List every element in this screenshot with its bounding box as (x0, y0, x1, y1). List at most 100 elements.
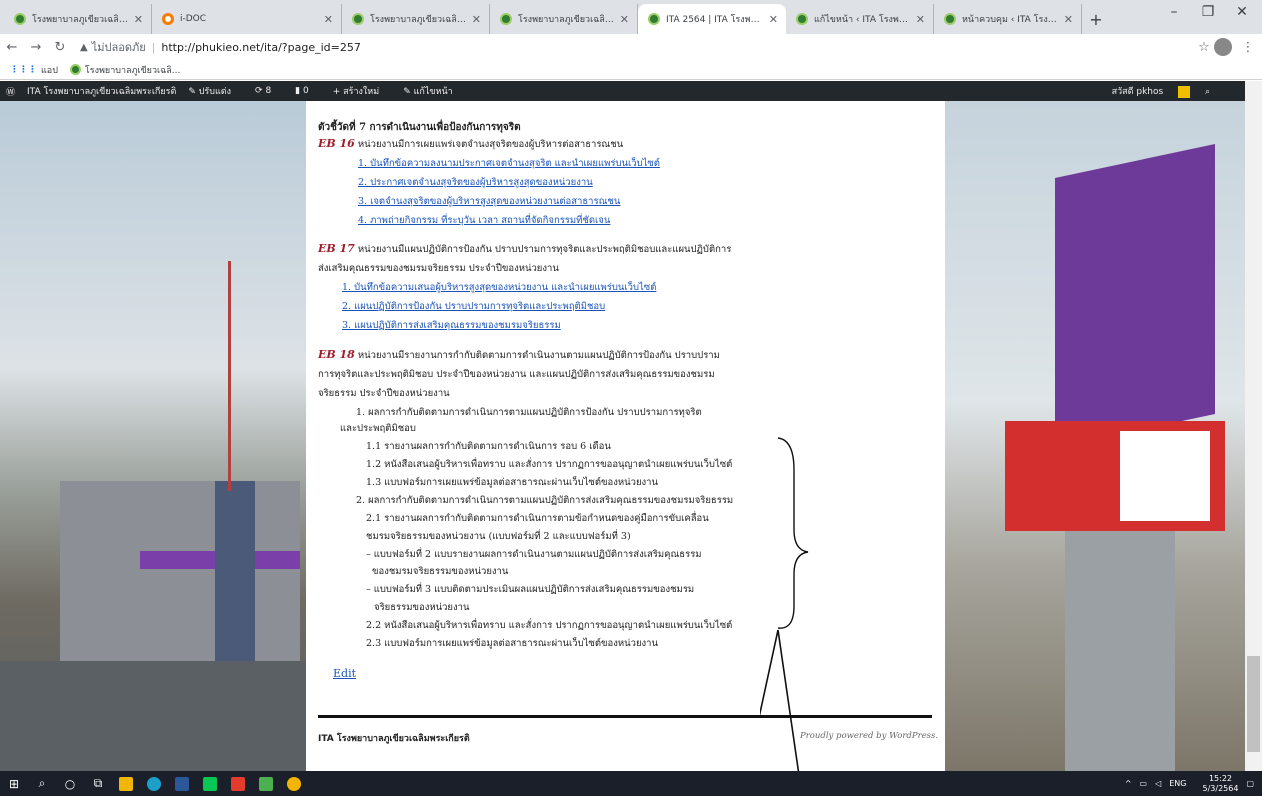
admin-customize[interactable]: ✎ ปรับแต่ง (188, 84, 243, 98)
url-text: http://phukieo.net/ita/?page_id=257 (161, 40, 361, 54)
footer-credit[interactable]: Proudly powered by WordPress. (800, 731, 938, 741)
browser-toolbar: ← → ↻ ▲ ไม่ปลอดภัย | http://phukieo.net/… (0, 34, 1262, 60)
cortana-icon[interactable]: ○ (56, 771, 84, 796)
security-label: ไม่ปลอดภัย (91, 41, 146, 54)
close-window-icon[interactable]: ✕ (1224, 4, 1260, 20)
admin-site-name[interactable]: ITA โรงพยาบาลภูเขียวเฉลิมพระเกียรติ (27, 84, 176, 98)
eb18-item: 2.2 หนังสือเสนอผู้บริหารเพื่อทราบ และสั่… (366, 620, 733, 631)
close-icon[interactable]: ✕ (916, 13, 925, 26)
windows-start-icon[interactable]: ⊞ (0, 771, 28, 796)
divider: | (151, 40, 156, 54)
eb18-item: 2.3 แบบฟอร์มการเผยแพร่ข้อมูลต่อสาธารณะผ่… (366, 638, 658, 649)
photos-icon[interactable] (252, 771, 280, 796)
star-icon[interactable]: ☆ (1192, 40, 1216, 55)
eb17-link-3[interactable]: 3. แผนปฏิบัติการส่งเสริมคุณธรรมของชมรมจร… (342, 318, 561, 333)
tab-5[interactable]: แก้ไขหน้า ‹ ITA โรงพยาบาลภูเขียวเฉลิ ✕ (786, 4, 934, 34)
bookmark-hospital[interactable]: โรงพยาบาลภูเขียวเฉลิ... (85, 63, 180, 77)
language-indicator[interactable]: ENG (1169, 779, 1186, 788)
minimize-icon[interactable]: – (1156, 4, 1192, 20)
back-icon[interactable]: ← (0, 40, 24, 55)
tab-4-active[interactable]: ITA 2564 | ITA โรงพยาบาลภูเขียวเฉลิ ✕ (638, 4, 786, 34)
chrome-icon[interactable] (280, 771, 308, 796)
warning-icon: ▲ (80, 41, 88, 53)
address-bar[interactable]: ▲ ไม่ปลอดภัย | http://phukieo.net/ita/?p… (80, 36, 1210, 58)
search-icon[interactable]: ⌕ (28, 771, 56, 796)
radio-mast (228, 261, 231, 491)
admin-edit-page[interactable]: ✎ แก้ไขหน้า (403, 84, 464, 98)
tab-3[interactable]: โรงพยาบาลภูเขียวเฉลิมพระเกียรติ – ✕ (490, 4, 638, 34)
eb17-link-1[interactable]: 1. บันทึกข้อความเสนอผู้บริหารสูงสุดของหน… (342, 280, 656, 295)
background-photo-left (0, 101, 306, 771)
sign-24 (1120, 431, 1210, 521)
tab-title: โรงพยาบาลภูเขียวเฉลิมพระเกียรติ | Hu (370, 15, 468, 25)
network-icon[interactable]: ▭ (1140, 779, 1148, 788)
building-shape (60, 481, 300, 661)
restore-icon[interactable]: ❐ (1190, 4, 1226, 20)
eb18-item: 1.3 แบบฟอร์มการเผยแพร่ข้อมูลต่อสาธารณะผ่… (366, 477, 658, 488)
windows-taskbar: ⊞ ⌕ ○ ⧉ ^ ▭ ◁ ENG 15:22 5/3/2564 ▢ (0, 771, 1262, 796)
admin-comments[interactable]: ▮ 0 (295, 86, 321, 96)
eb16-link-1[interactable]: 1. บันทึกข้อความลงนามประกาศเจตจำนงสุจริต… (358, 156, 660, 171)
tab-title: i-DOC (180, 14, 207, 24)
chevron-up-icon[interactable]: ^ (1125, 779, 1132, 788)
clock[interactable]: 15:22 5/3/2564 (1195, 774, 1239, 794)
bookmark-apps[interactable]: แอป (41, 63, 58, 77)
tab-title: โรงพยาบาลภูเขียวเฉลิมพระเกียรติ | M (32, 15, 130, 25)
tab-strip: โรงพยาบาลภูเขียวเฉลิมพระเกียรติ | M ✕ i-D… (0, 0, 1262, 34)
eb16-text: หน่วยงานมีการเผยแพร่เจตจำนงสุจริตของผู้บ… (357, 139, 624, 150)
eb16-link-4[interactable]: 4. ภาพถ่ายกิจกรรม ที่ระบุวัน เวลา สถานที… (358, 213, 610, 228)
eb18-item: 1.1 รายงานผลการกำกับติดตามการดำเนินการ ร… (366, 441, 611, 452)
eb16-link-2[interactable]: 2. ประกาศเจตจำนงสุจริตของผู้บริหารสูงสุด… (358, 175, 593, 190)
forward-icon[interactable]: → (24, 40, 48, 55)
idoc-icon (162, 13, 174, 25)
bookmarks-bar: ⋮⋮⋮ แอป โรงพยาบาลภูเขียวเฉลิ... (0, 60, 1262, 80)
apps-grid-icon[interactable]: ⋮⋮⋮ (10, 65, 37, 75)
eb18-text-3: จริยธรรม ประจำปีของหน่วยงาน (318, 388, 450, 399)
reload-icon[interactable]: ↻ (48, 40, 72, 55)
tab-0[interactable]: โรงพยาบาลภูเขียวเฉลิมพระเกียรติ | M ✕ (4, 4, 152, 34)
admin-updates[interactable]: ⟳ 8 (255, 86, 283, 96)
volume-icon[interactable]: ◁ (1155, 779, 1161, 788)
hospital-sign (1055, 143, 1215, 449)
close-icon[interactable]: ✕ (134, 13, 143, 26)
eb17-text-2: ส่งเสริมคุณธรรมของชมรมจริยธรรม ประจำปีขอ… (318, 263, 559, 274)
footer-divider (318, 715, 932, 718)
menu-icon[interactable]: ⋮ (1236, 40, 1260, 55)
close-icon[interactable]: ✕ (769, 13, 778, 26)
tab-2[interactable]: โรงพยาบาลภูเขียวเฉลิมพระเกียรติ | Hu ✕ (342, 4, 490, 34)
eb16-link-3[interactable]: 3. เจตจำนงสุจริตของผู้บริหารสูงสุดของหน่… (358, 194, 620, 209)
tab-6[interactable]: หน้าควบคุม ‹ ITA โรงพยาบาลภูเขียวเ ✕ (934, 4, 1082, 34)
eb17-text-1: หน่วยงานมีแผนปฏิบัติการป้องกัน ปราบปรามก… (357, 244, 732, 255)
eb18-item: – แบบฟอร์มที่ 2 แบบรายงานผลการดำเนินงานต… (366, 549, 702, 560)
admin-new[interactable]: + สร้างใหม่ (333, 84, 391, 98)
admin-account[interactable]: สวัสดี pkhos ⌕ (1112, 84, 1222, 98)
eb17-link-2[interactable]: 2. แผนปฏิบัติการป้องกัน ปราบปรามการทุจริ… (342, 299, 605, 314)
tab-1[interactable]: i-DOC ✕ (152, 4, 342, 34)
acrobat-icon[interactable] (224, 771, 252, 796)
avatar[interactable] (1214, 38, 1232, 56)
task-view-icon[interactable]: ⧉ (84, 771, 112, 796)
edge-icon[interactable] (140, 771, 168, 796)
tab-title: หน้าควบคุม ‹ ITA โรงพยาบาลภูเขียวเ (962, 15, 1060, 25)
notification-icon[interactable]: ▢ (1246, 779, 1254, 788)
wordpress-icon[interactable]: Ⓦ (6, 85, 15, 98)
footer-site-title[interactable]: ITA โรงพยาบาลภูเขียวเฉลิมพระเกียรติ (318, 731, 470, 745)
close-icon[interactable]: ✕ (620, 13, 629, 26)
close-icon[interactable]: ✕ (472, 13, 481, 26)
eb18-row: EB 18 หน่วยงานมีรายงานการกำกับติดตามการด… (318, 348, 720, 363)
close-icon[interactable]: ✕ (1064, 13, 1073, 26)
eb18-item: 1.2 หนังสือเสนอผู้บริหารเพื่อทราบ และสั่… (366, 459, 733, 470)
edit-link[interactable]: Edit (333, 667, 356, 680)
tab-title: แก้ไขหน้า ‹ ITA โรงพยาบาลภูเขียวเฉลิ (814, 15, 912, 25)
line-icon[interactable] (196, 771, 224, 796)
building-tower (215, 481, 255, 681)
close-icon[interactable]: ✕ (324, 13, 333, 26)
eb17-row: EB 17 หน่วยงานมีแผนปฏิบัติการป้องกัน ปรา… (318, 242, 731, 257)
new-tab-button[interactable]: + (1082, 4, 1110, 34)
search-icon: ⌕ (1204, 87, 1210, 97)
section-heading: ตัวชี้วัดที่ 7 การดำเนินงานเพื่อป้องกันก… (318, 122, 521, 133)
scrollbar-thumb[interactable] (1247, 656, 1260, 752)
file-explorer-icon[interactable] (112, 771, 140, 796)
word-icon[interactable] (168, 771, 196, 796)
hospital-icon (69, 64, 81, 75)
